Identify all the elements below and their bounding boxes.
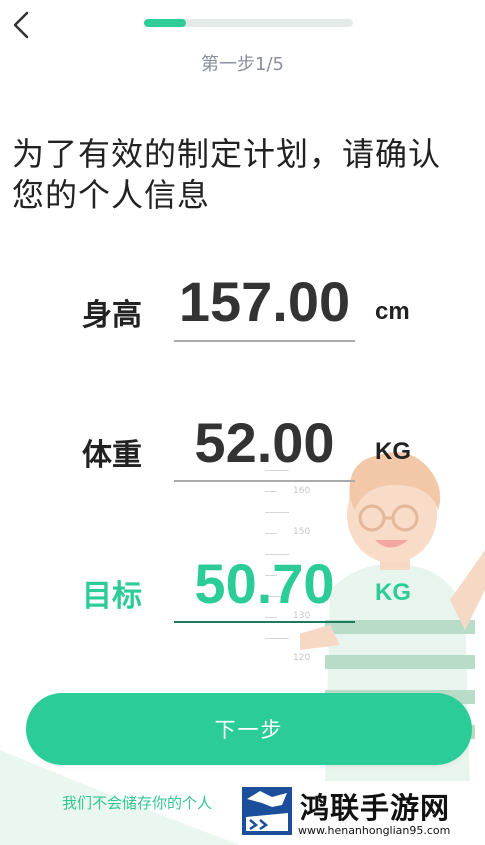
- progress-fill: [144, 19, 186, 27]
- target-label: 目标: [82, 579, 142, 614]
- ruler-tick: [265, 638, 289, 639]
- target-value[interactable]: 50.70: [174, 551, 355, 616]
- target-row: 目标 50.70 KG: [0, 551, 485, 631]
- height-value[interactable]: 157.00: [174, 269, 355, 334]
- page-title: 为了有效的制定计划，请确认您的个人信息: [12, 135, 442, 214]
- height-label: 身高: [82, 298, 142, 333]
- watermark-title: 鸿联手游网: [300, 791, 451, 825]
- weight-underline: [174, 480, 355, 482]
- ruler-tick: [265, 491, 277, 492]
- ruler-label: 150: [293, 527, 311, 537]
- target-unit: KG: [375, 579, 411, 606]
- weight-row: 体重 52.00 KG: [0, 410, 485, 490]
- ruler-tick: [265, 533, 277, 534]
- watermark: 鸿联手游网 www.henanhonglian95.com: [238, 781, 483, 843]
- height-underline: [174, 340, 355, 342]
- progress-bar: [144, 19, 353, 27]
- weight-label: 体重: [82, 438, 142, 473]
- target-underline: [174, 621, 355, 623]
- back-arrow-icon[interactable]: [10, 10, 32, 40]
- ruler-label: 120: [293, 653, 311, 663]
- privacy-note: 我们不会储存你的个人: [62, 794, 213, 812]
- bull-logo-icon: [242, 787, 292, 835]
- height-row: 身高 157.00 cm: [0, 270, 485, 350]
- next-step-button[interactable]: 下一步: [26, 693, 472, 765]
- watermark-url: www.henanhonglian95.com: [298, 824, 451, 837]
- ruler-tick: [265, 512, 289, 513]
- weight-unit: KG: [375, 438, 411, 465]
- weight-value[interactable]: 52.00: [174, 410, 355, 475]
- step-label: 第一步1/5: [201, 54, 284, 75]
- height-unit: cm: [375, 298, 410, 325]
